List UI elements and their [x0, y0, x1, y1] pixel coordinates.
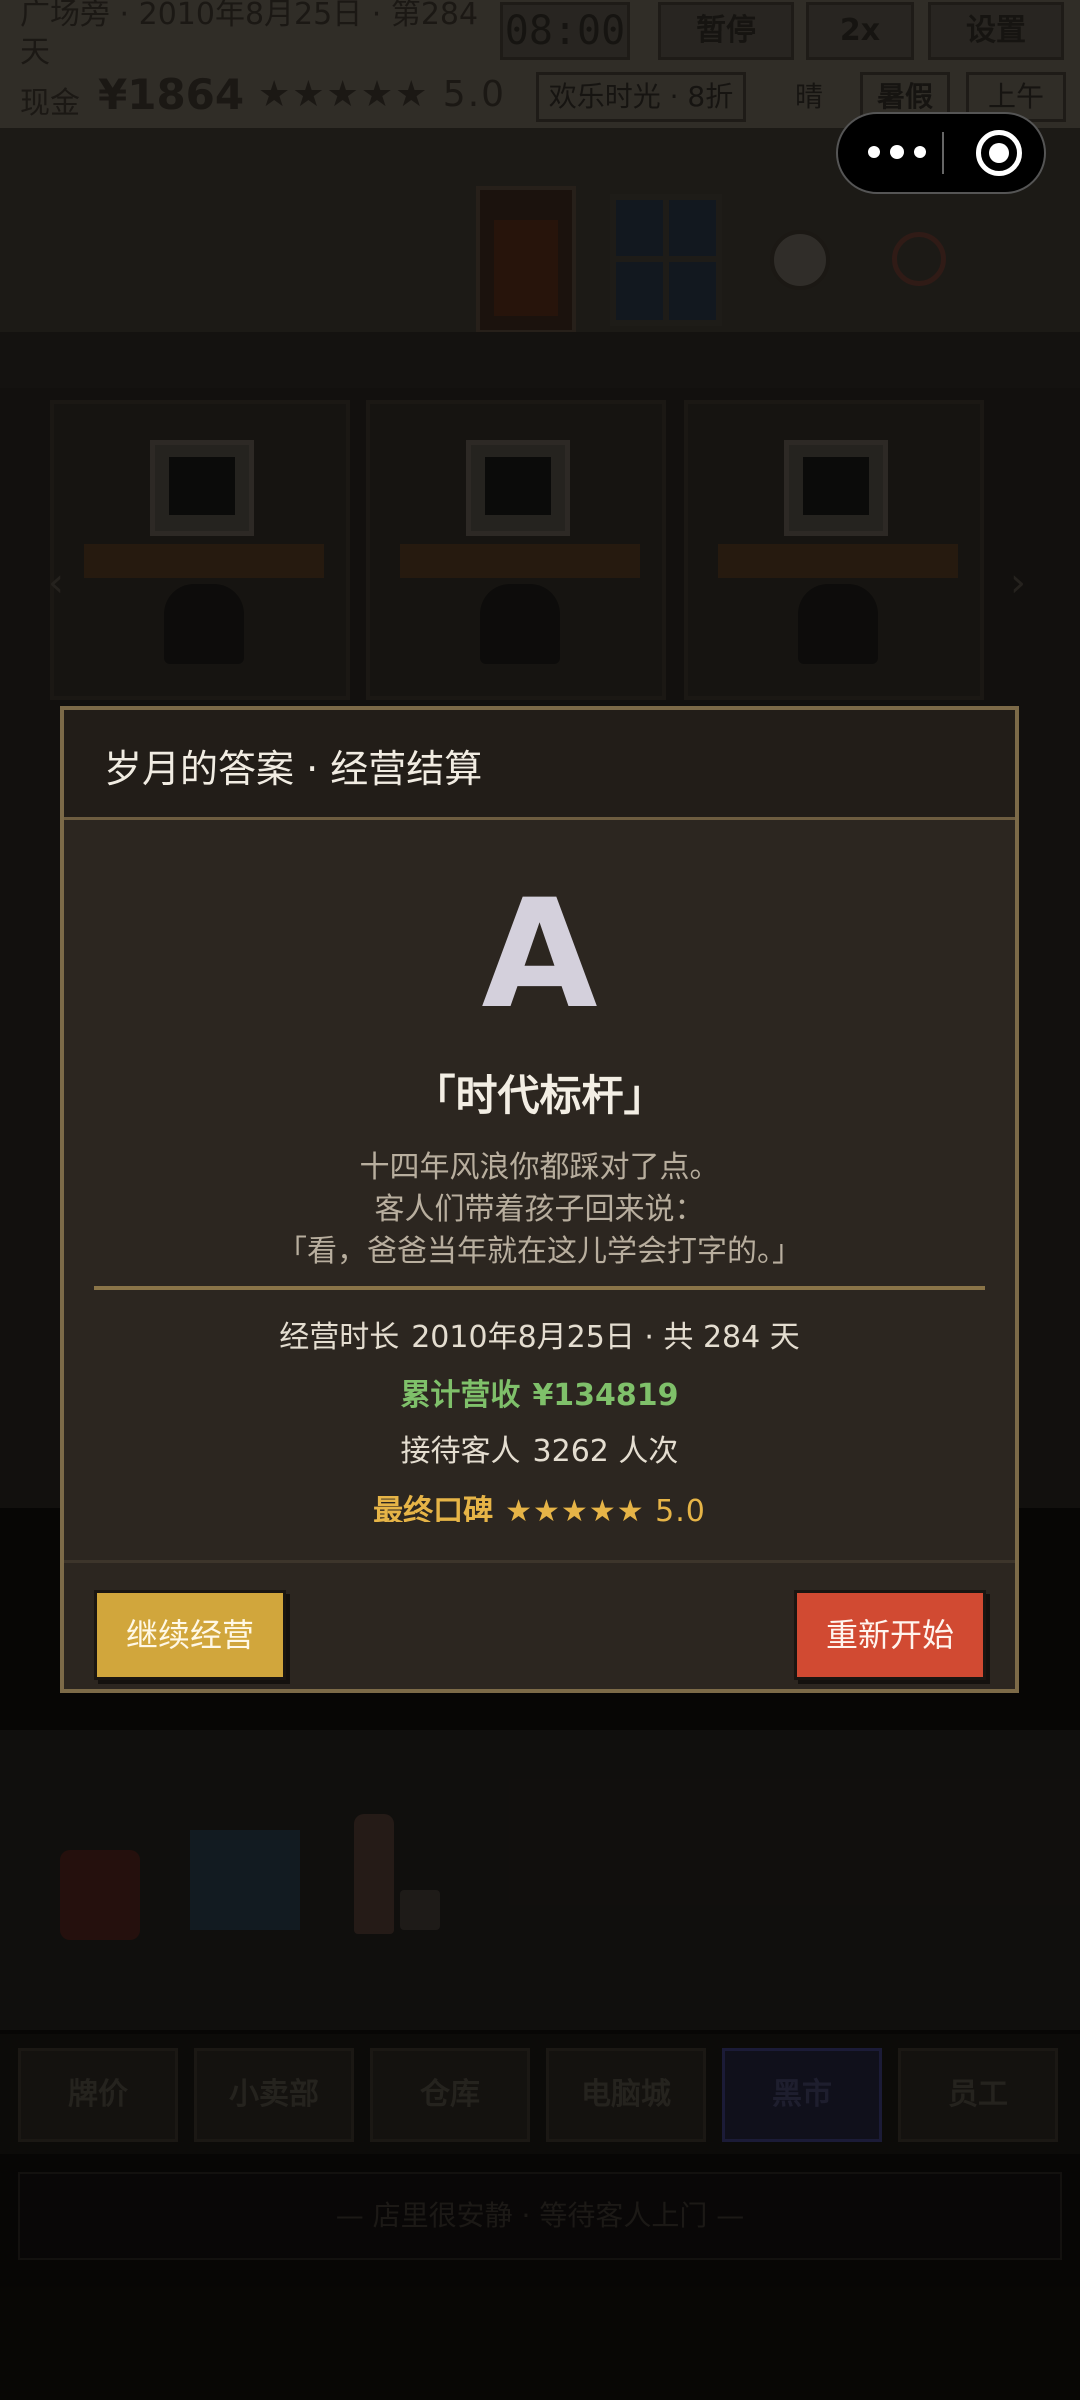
- continue-button[interactable]: 继续经营: [94, 1590, 286, 1680]
- reputation-label: 最终口碑: [373, 1494, 494, 1522]
- dialog-header: 岁月的答案 · 经营结算: [64, 710, 1015, 820]
- reputation-stat: 最终口碑 ★★★★★ 5.0: [64, 1486, 1015, 1522]
- customers-label: 接待客人: [400, 1434, 521, 1469]
- restart-button[interactable]: 重新开始: [794, 1590, 986, 1680]
- customers-stat: 接待客人 3262 人次: [64, 1426, 1015, 1470]
- divider: [94, 1286, 985, 1290]
- dialog-footer-divider: [64, 1560, 1015, 1563]
- dialog-title: 岁月的答案 · 经营结算: [104, 747, 483, 791]
- revenue-stat: 累计营收 ¥134819: [64, 1370, 1015, 1414]
- reputation-stat-clip: 最终口碑 ★★★★★ 5.0: [64, 1480, 1015, 1522]
- revenue-value: ¥134819: [532, 1378, 679, 1413]
- grade-title: 「时代标杆」: [413, 1071, 666, 1120]
- grade-letter: A: [481, 868, 598, 1042]
- description-line: 客人们带着孩子回来说：: [374, 1192, 705, 1227]
- mini-program-capsule: [836, 112, 1046, 194]
- settlement-dialog: 岁月的答案 · 经营结算 A 「时代标杆」 十四年风浪你都踩对了点。 客人们带着…: [60, 706, 1019, 1693]
- duration-stat: 经营时长 2010年8月25日 · 共 284 天: [64, 1312, 1015, 1356]
- duration-value: 2010年8月25日 · 共 284 天: [411, 1320, 800, 1355]
- duration-label: 经营时长: [279, 1320, 400, 1355]
- description-line: 十四年风浪你都踩对了点。: [359, 1150, 720, 1185]
- reputation-value: ★★★★★ 5.0: [505, 1494, 706, 1522]
- customers-value: 3262 人次: [532, 1434, 679, 1469]
- description-line: 「看，爸爸当年就在这儿学会打字的。」: [277, 1234, 802, 1269]
- more-options-icon[interactable]: [868, 114, 968, 192]
- close-miniprogram-icon[interactable]: [976, 130, 1022, 176]
- revenue-label: 累计营收: [400, 1378, 521, 1413]
